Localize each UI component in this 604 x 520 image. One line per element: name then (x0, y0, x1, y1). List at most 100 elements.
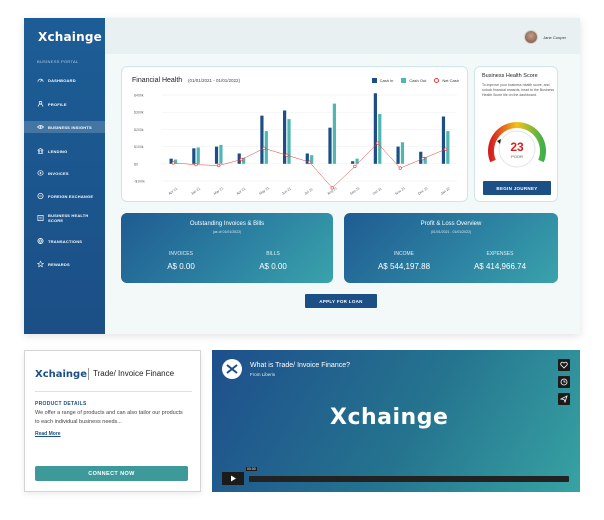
x-tick-label: Jan 21 (190, 186, 201, 195)
star-icon (37, 260, 44, 268)
sidebar-item-business-insights[interactable]: BUSINESS INSIGHTS (24, 121, 105, 133)
business-health-score-card: Business Health Score To improve your bu… (474, 66, 558, 202)
net-cash-point (262, 146, 266, 150)
video-progress-bar[interactable] (249, 476, 569, 482)
x-tick-label: Oct 21 (372, 187, 383, 196)
divider (35, 391, 192, 392)
net-cash-point (444, 147, 448, 151)
apply-for-loan-button[interactable]: APPLY FOR LOAN (305, 294, 377, 308)
y-tick-label: $100k (134, 145, 144, 149)
y-tick-label: $400k (134, 94, 144, 98)
product-card: Xchainge Trade/ Invoice Finance PRODUCT … (24, 350, 201, 492)
x-tick-label: Nov 21 (395, 186, 406, 196)
x-tick-label: Apr 21 (168, 187, 179, 196)
profit-loss-card: Profit & Loss Overview (01/01/2021 - 01/… (344, 213, 558, 283)
like-button[interactable] (558, 359, 570, 371)
product-details-text: We offer a range of products and can als… (35, 410, 183, 425)
read-more-link[interactable]: Read More (35, 431, 61, 437)
begin-journey-button[interactable]: BEGIN JOURNEY (483, 181, 551, 195)
expenses-label: EXPENSES (486, 251, 514, 257)
product-details-heading: PRODUCT DETAILS (35, 401, 87, 407)
net-cash-point (353, 164, 357, 168)
send-icon (560, 395, 568, 403)
eye-icon (37, 124, 44, 131)
sidebar-item-invoices[interactable]: INVOICES (24, 167, 105, 179)
invoices-card-date: (as of 01/01/2022) (212, 230, 242, 234)
share-button[interactable] (558, 393, 570, 405)
bar-cash-in (192, 148, 196, 164)
health-score-label: POOR (511, 154, 523, 159)
bar-cash-in (441, 116, 446, 164)
sidebar-item-label: TRANSACTIONS (48, 238, 83, 244)
net-cash-point (398, 166, 402, 170)
watch-later-button[interactable] (558, 376, 570, 388)
x-tick-label: May 21 (258, 186, 270, 196)
avatar (524, 30, 539, 44)
play-button[interactable] (222, 472, 244, 485)
outstanding-invoices-card: Outstanding Invoices & Bills (as of 01/0… (121, 213, 333, 283)
sidebar-item-dashboard[interactable]: DASHBOARD (24, 74, 105, 86)
scorecard-icon (37, 215, 44, 222)
bills-value: A$ 0.00 (259, 262, 287, 271)
topbar: Jane Cooper (105, 18, 580, 54)
invoices-card-title: Outstanding Invoices & Bills (189, 221, 265, 227)
sidebar-item-foreign-exchange[interactable]: FOREIGN EXCHANGE (24, 190, 105, 202)
net-cash-point (239, 157, 244, 162)
legend-cash-out[interactable]: Cash Out (401, 78, 426, 83)
financial-health-card: Financial Health (01/01/2021 - 01/01/202… (121, 66, 468, 202)
bar-cash-out (446, 131, 450, 164)
sidebar-item-label: REWARDS (48, 261, 70, 267)
sidebar-item-label: BUSINESS INSIGHTS (48, 124, 92, 130)
bar-cash-out (400, 142, 405, 164)
sidebar-item-label: INVOICES (48, 170, 69, 176)
exchange-icon (37, 193, 44, 200)
bar-cash-out (287, 119, 291, 164)
sidebar-item-profile[interactable]: PROFILE (24, 98, 105, 110)
globe-icon (37, 238, 44, 245)
invoices-value: A$ 0.00 (167, 262, 195, 271)
video-channel[interactable]: From Liberis (250, 372, 275, 377)
x-tick-label: Sep 21 (349, 186, 360, 196)
x-tick-label: Mar 21 (213, 186, 224, 196)
product-name: Trade/ Invoice Finance (93, 369, 175, 378)
video-title[interactable]: What is Trade/ Invoice Finance? (250, 362, 350, 369)
x-tick-label: Jan 22 (440, 186, 451, 195)
sidebar-item-lending[interactable]: LENDING (24, 145, 105, 157)
gauge-icon (37, 77, 44, 84)
chart-legend: Cash In Cash Out Net Cash (371, 78, 459, 83)
pnl-card-date: (01/01/2021 - 01/01/2022) (430, 230, 472, 234)
health-score-value: 23 (510, 140, 524, 154)
financial-health-title: Financial Health (132, 77, 183, 84)
channel-avatar[interactable] (222, 359, 242, 379)
sidebar-item-transactions[interactable]: TRANSACTIONS (24, 235, 105, 247)
net-cash-point (421, 157, 425, 161)
video-player[interactable]: What is Trade/ Invoice Finance? From Lib… (212, 350, 580, 492)
divider (88, 368, 89, 380)
sidebar-item-business-health-score[interactable]: BUSINESS HEALTH SCORE (24, 212, 105, 224)
legend-cash-in[interactable]: Cash In (371, 78, 393, 83)
pnl-card-title: Profit & Loss Overview (420, 221, 482, 227)
invoice-icon (37, 170, 44, 177)
sidebar-item-label: BUSINESS HEALTH SCORE (48, 213, 89, 223)
bar-cash-out (378, 113, 382, 164)
x-tick-label: Jun 21 (281, 186, 292, 195)
dashboard-window: Xchainge BUSINESS PORTAL DASHBOARD PROFIL… (24, 18, 580, 334)
bar-cash-in (351, 161, 355, 164)
health-score-gauge: 23 POOR (488, 122, 546, 168)
sidebar-item-label: DASHBOARD (48, 77, 76, 83)
x-tick-label: Jul 21 (304, 187, 314, 196)
financial-health-chart: $400k $300k $200k $100k $0 -$100k Apr 21 Jan 21… (134, 93, 457, 196)
bar-cash-in (328, 127, 332, 164)
net-cash-point (330, 186, 334, 190)
y-tick-label: $200k (134, 128, 144, 132)
product-logo: Xchainge (35, 369, 87, 380)
bar-cash-in (373, 93, 377, 164)
connect-now-button[interactable]: CONNECT NOW (35, 466, 188, 481)
financial-health-range: (01/01/2021 - 01/01/2022) (188, 78, 241, 83)
user-menu[interactable]: Jane Cooper (524, 30, 566, 44)
legend-net-cash[interactable]: Net Cash (434, 78, 459, 83)
bar-cash-in (260, 115, 264, 164)
logo[interactable]: Xchainge (38, 30, 102, 44)
video-time: 00:00 (246, 467, 257, 471)
sidebar-item-rewards[interactable]: REWARDS (24, 258, 105, 270)
